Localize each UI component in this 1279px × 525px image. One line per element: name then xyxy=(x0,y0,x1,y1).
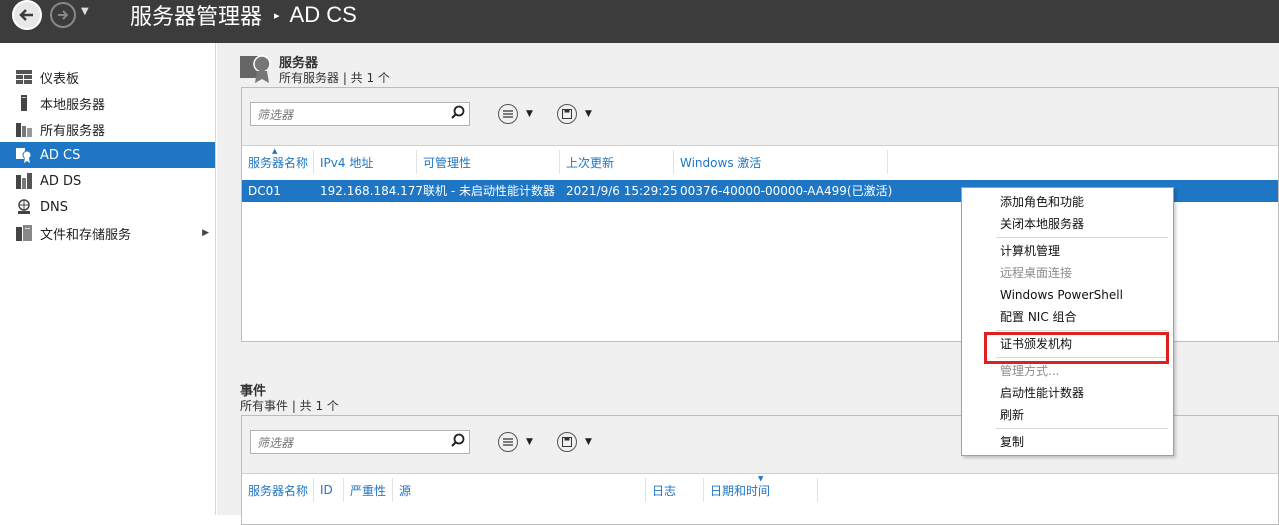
menu-item-remote-desktop: 远程桌面连接 xyxy=(1000,266,1073,280)
sidebar-item-label: AD CS xyxy=(40,147,81,163)
forward-button[interactable] xyxy=(50,2,76,28)
menu-item-windows-powershell[interactable]: Windows PowerShell xyxy=(1000,284,1123,306)
cell-windows-activation: 00376-40000-00000-AA499(已激活) xyxy=(680,184,893,198)
chevron-down-icon: ▼ xyxy=(526,109,533,119)
sidebar-item-ad-cs[interactable]: AD CS xyxy=(0,142,215,168)
column-header-severity[interactable]: 严重性 xyxy=(344,478,393,502)
certificate-services-icon xyxy=(16,147,32,163)
dashboard-icon xyxy=(16,69,32,85)
servers-list-options-button[interactable]: ▼ xyxy=(498,104,533,124)
chevron-down-icon: ▼ xyxy=(81,6,89,17)
directory-services-icon xyxy=(16,173,32,189)
sidebar-item-local-server[interactable]: 本地服务器 xyxy=(0,90,215,116)
cell-ipv4: 192.168.184.177 xyxy=(320,184,424,198)
back-button[interactable] xyxy=(12,0,42,30)
sidebar-item-label: 所有服务器 xyxy=(40,123,106,139)
menu-separator xyxy=(996,428,1168,429)
breadcrumb: 服务器管理器 ▸ AD CS xyxy=(130,0,357,30)
menu-item-computer-management[interactable]: 计算机管理 xyxy=(1000,240,1060,262)
context-menu: 添加角色和功能 关闭本地服务器 计算机管理 远程桌面连接 Windows Pow… xyxy=(961,187,1174,456)
save-icon xyxy=(557,104,577,124)
servers-certificate-icon xyxy=(240,52,272,84)
servers-filter-input[interactable]: 筛选器 xyxy=(250,102,470,126)
search-icon[interactable] xyxy=(451,433,465,450)
file-storage-icon xyxy=(16,225,32,241)
column-header-manageability[interactable]: 可管理性 xyxy=(417,150,560,174)
column-header-log[interactable]: 日志 xyxy=(646,478,704,502)
column-header-last-update[interactable]: 上次更新 xyxy=(560,150,674,174)
cell-manageability: 联机 - 未启动性能计数器 xyxy=(423,184,555,198)
column-header-source[interactable]: 源 xyxy=(393,478,646,502)
menu-item-copy[interactable]: 复制 xyxy=(1000,431,1024,453)
menu-separator xyxy=(996,237,1168,238)
servers-toolbar: 筛选器 ▼ ▼ xyxy=(242,88,1278,146)
column-header-server-name[interactable]: 服务器名称 xyxy=(242,478,314,502)
dns-icon xyxy=(16,199,32,215)
sidebar-item-label: 文件和存储服务 xyxy=(40,227,132,243)
column-header-date-time[interactable]: ▲ 日期和时间 xyxy=(704,475,818,502)
sidebar-item-dashboard[interactable]: 仪表板 xyxy=(0,64,215,90)
list-icon xyxy=(498,104,518,124)
filter-placeholder: 筛选器 xyxy=(257,436,294,450)
servers-icon xyxy=(16,121,32,137)
chevron-down-icon: ▼ xyxy=(585,109,592,119)
save-icon xyxy=(557,432,577,452)
chevron-down-icon: ▼ xyxy=(526,437,533,447)
sidebar-item-label: 仪表板 xyxy=(40,71,80,87)
expand-arrow-icon[interactable]: ▶ xyxy=(202,228,209,238)
sidebar-item-all-servers[interactable]: 所有服务器 xyxy=(0,116,215,142)
sidebar-item-ad-ds[interactable]: AD DS xyxy=(0,168,215,194)
breadcrumb-root[interactable]: 服务器管理器 xyxy=(130,0,262,31)
menu-item-start-performance-counters[interactable]: 启动性能计数器 xyxy=(1000,382,1084,404)
cell-server-name: DC01 xyxy=(248,184,281,198)
column-header-ipv4[interactable]: IPv4 地址 xyxy=(314,150,417,174)
events-save-query-button[interactable]: ▼ xyxy=(557,432,592,452)
search-icon[interactable] xyxy=(451,105,465,122)
events-filter-input[interactable]: 筛选器 xyxy=(250,430,470,454)
arrow-left-icon xyxy=(19,9,33,21)
sort-descending-icon: ▲ xyxy=(758,475,764,483)
title-bar: ▼ 服务器管理器 ▸ AD CS xyxy=(0,0,1279,43)
sidebar-item-file-storage[interactable]: 文件和存储服务 ▶ xyxy=(0,220,215,246)
menu-item-add-roles[interactable]: 添加角色和功能 xyxy=(1000,191,1084,213)
breadcrumb-separator-icon: ▸ xyxy=(274,9,280,22)
arrow-right-icon xyxy=(58,10,69,20)
sidebar: 仪表板 本地服务器 所有服务器 AD CS AD DS DNS 文件和存储服务 … xyxy=(0,43,216,515)
menu-separator xyxy=(996,330,1168,331)
history-dropdown[interactable]: ▼ xyxy=(81,6,89,17)
highlight-box xyxy=(984,332,1169,364)
servers-section-subtitle: 所有服务器 | 共 1 个 xyxy=(279,71,390,85)
column-header-windows-activation[interactable]: Windows 激活 xyxy=(674,150,888,174)
column-header-server-name[interactable]: ▲ 服务器名称 xyxy=(242,147,314,174)
sidebar-item-label: 本地服务器 xyxy=(40,97,106,113)
sidebar-item-label: DNS xyxy=(40,199,68,215)
list-icon xyxy=(498,432,518,452)
cell-last-update: 2021/9/6 15:29:25 xyxy=(566,184,678,198)
servers-save-query-button[interactable]: ▼ xyxy=(557,104,592,124)
events-list-options-button[interactable]: ▼ xyxy=(498,432,533,452)
sidebar-item-label: AD DS xyxy=(40,173,82,189)
sort-ascending-icon: ▲ xyxy=(272,147,278,155)
menu-item-configure-nic-teaming[interactable]: 配置 NIC 组合 xyxy=(1000,306,1077,328)
column-header-id[interactable]: ID xyxy=(314,478,344,502)
breadcrumb-current: AD CS xyxy=(289,2,357,27)
sidebar-item-dns[interactable]: DNS xyxy=(0,194,215,220)
menu-item-refresh[interactable]: 刷新 xyxy=(1000,404,1024,426)
menu-item-shutdown-local-server[interactable]: 关闭本地服务器 xyxy=(1000,213,1084,235)
events-section-subtitle: 所有事件 | 共 1 个 xyxy=(240,399,339,413)
server-icon xyxy=(16,95,32,111)
filter-placeholder: 筛选器 xyxy=(257,108,294,122)
chevron-down-icon: ▼ xyxy=(585,437,592,447)
